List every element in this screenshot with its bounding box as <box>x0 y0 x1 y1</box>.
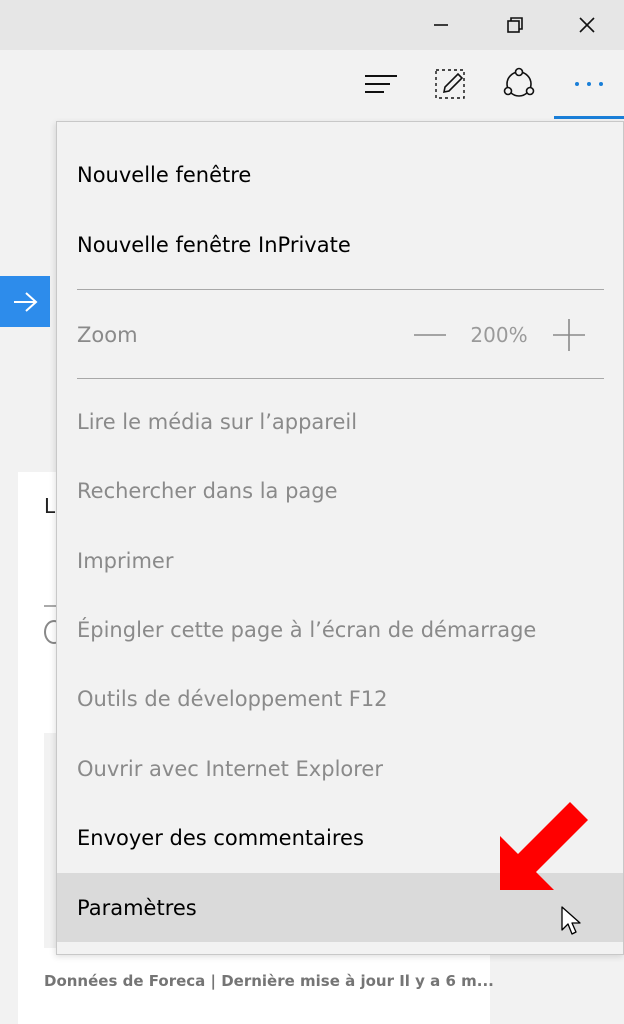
menu-item-cast-media[interactable]: Lire le média sur l’appareil <box>57 387 623 456</box>
menu-item-new-window[interactable]: Nouvelle fenêtre <box>57 140 623 209</box>
zoom-value: 200% <box>470 323 528 347</box>
menu-item-open-in-ie[interactable]: Ouvrir avec Internet Explorer <box>57 734 623 803</box>
more-button[interactable] <box>554 50 624 118</box>
arrow-right-icon <box>14 291 38 312</box>
menu-item-find-on-page[interactable]: Rechercher dans la page <box>57 456 623 525</box>
zoom-out-button[interactable] <box>412 320 447 350</box>
title-bar <box>0 0 624 50</box>
hub-icon <box>365 75 397 93</box>
restore-icon <box>507 17 523 33</box>
zoom-label: Zoom <box>77 323 138 347</box>
minimize-icon <box>434 24 448 26</box>
browser-toolbar <box>0 50 624 120</box>
menu-separator <box>77 378 604 379</box>
minus-icon <box>413 334 446 336</box>
share-icon <box>503 67 535 97</box>
close-button[interactable] <box>552 0 622 50</box>
menu-item-pin-to-start[interactable]: Épingler cette page à l’écran de démarra… <box>57 595 623 664</box>
plus-icon <box>553 319 585 351</box>
more-button-active-indicator <box>554 116 624 119</box>
zoom-in-button[interactable] <box>551 318 587 352</box>
restore-button[interactable] <box>480 0 550 50</box>
web-note-icon <box>435 69 465 99</box>
card-heading: L <box>44 494 56 518</box>
menu-separator <box>77 289 604 290</box>
zoom-row: Zoom 200% <box>57 300 623 370</box>
menu-item-print[interactable]: Imprimer <box>57 526 623 595</box>
red-arrow-annotation <box>500 802 588 890</box>
close-icon <box>579 17 595 33</box>
hub-button[interactable] <box>346 50 416 118</box>
menu-item-f12-dev-tools[interactable]: Outils de développement F12 <box>57 664 623 733</box>
mouse-cursor-icon <box>561 906 581 935</box>
minimize-button[interactable] <box>406 0 476 50</box>
share-button[interactable] <box>484 50 554 118</box>
web-note-button[interactable] <box>415 50 485 118</box>
menu-item-new-inprivate-window[interactable]: Nouvelle fenêtre InPrivate <box>57 210 623 279</box>
more-icon <box>575 82 603 86</box>
go-button[interactable] <box>0 276 50 327</box>
card-footer: Données de Foreca | Dernière mise à jour… <box>44 972 494 990</box>
